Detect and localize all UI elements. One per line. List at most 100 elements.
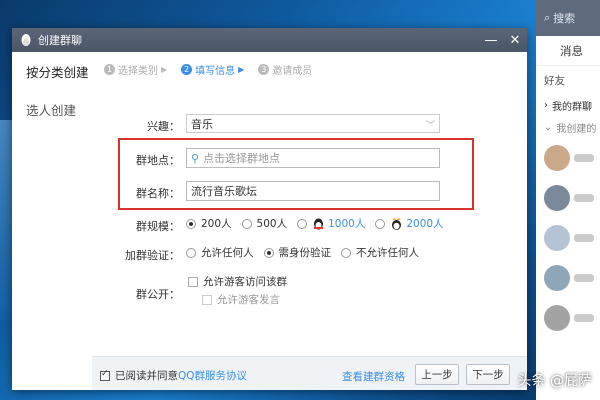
radio	[186, 247, 196, 258]
checkbox	[202, 294, 212, 305]
option-label: 允许任何人	[201, 247, 254, 259]
guest-read-option[interactable]: 允许游客访问该群	[188, 274, 287, 289]
sidebar-item-by-category[interactable]: 按分类创建	[12, 52, 92, 90]
step-label: 填写信息	[195, 65, 236, 77]
location-placeholder: 点击选择群地点	[203, 152, 281, 165]
list-item[interactable]	[536, 178, 600, 218]
group-name-input[interactable]: 流行音乐歌坛	[186, 181, 440, 201]
sidebar-item-label: 选人创建	[26, 102, 77, 118]
group-my-chats[interactable]: › 我的群聊	[536, 94, 600, 116]
radio	[297, 218, 308, 229]
verify-option-identity[interactable]: 需身份验证	[263, 245, 332, 260]
group-label: 我创建的	[556, 123, 597, 135]
step-choose-category: 1 选择类别 ▶	[104, 62, 167, 77]
group-name-label: 群名称：	[136, 187, 180, 200]
qq-search[interactable]: ⌕ 搜索	[544, 10, 575, 26]
previous-button[interactable]: 上一步	[415, 364, 459, 385]
agreement-text: 已阅读并同意	[115, 370, 178, 382]
avatar	[544, 265, 570, 291]
watermark: 头条 @屁萨	[517, 373, 592, 389]
avatar	[544, 305, 570, 331]
group-label: 我的群聊	[552, 101, 592, 113]
contact-name	[574, 274, 594, 282]
verify-option-nobody[interactable]: 不允许任何人	[341, 245, 419, 260]
step-label: 选择类别	[118, 65, 158, 77]
radio	[375, 218, 386, 229]
step-fill-info: 2 填写信息 ▶	[181, 62, 244, 77]
svip-penguin-icon	[392, 218, 402, 230]
qq-header: ⌕ 搜索	[536, 0, 600, 36]
step-invite-members: 3 邀请成员	[258, 62, 312, 77]
sidebar-item-by-people[interactable]: 选人创建	[12, 90, 92, 128]
size-label: 群规模：	[136, 220, 180, 233]
checkbox	[188, 276, 198, 287]
qq-penguin-icon	[21, 34, 31, 46]
next-button[interactable]: 下一步	[466, 364, 510, 385]
option-label: 1000人	[328, 218, 366, 230]
avatar	[544, 145, 570, 171]
avatar	[544, 185, 570, 211]
location-label: 群地点：	[136, 154, 180, 167]
option-label: 不允许任何人	[356, 247, 419, 259]
contact-name	[574, 314, 594, 322]
step-arrow-icon: ▶	[161, 64, 168, 74]
qq-main-panel: ⌕ 搜索 消息 好友 › 我的群聊 ⌄ 我创建的	[536, 0, 600, 400]
title-bar: 创建群聊 — ✕	[12, 28, 527, 52]
window-title: 创建群聊	[38, 34, 82, 47]
minimize-button[interactable]: —	[479, 28, 503, 52]
step-number: 3	[258, 63, 270, 75]
size-option-500[interactable]: 500人	[241, 216, 288, 231]
option-label: 200人	[201, 218, 232, 230]
size-option-1000[interactable]: 1000人	[297, 216, 365, 231]
radio	[341, 247, 351, 258]
checkbox-label: 允许游客访问该群	[203, 276, 287, 288]
list-item[interactable]	[536, 258, 600, 298]
tab-friends[interactable]: 好友	[536, 66, 600, 94]
agreement-checkbox[interactable]	[100, 369, 110, 381]
step-label: 邀请成员	[272, 65, 313, 77]
step-number: 1	[104, 63, 115, 75]
verify-option-anyone[interactable]: 允许任何人	[186, 245, 254, 260]
tab-label: 消息	[560, 43, 583, 58]
chevron-right-icon: ›	[544, 99, 548, 111]
contact-name	[574, 234, 594, 242]
option-label: 需身份验证	[278, 247, 332, 259]
group-name-value: 流行音乐歌坛	[191, 185, 257, 198]
option-label: 2000人	[406, 218, 444, 230]
step-number: 2	[181, 63, 193, 75]
vip-penguin-icon	[314, 218, 324, 230]
avatar	[544, 225, 570, 251]
public-label: 群公开：	[136, 288, 180, 301]
size-option-2000[interactable]: 2000人	[375, 216, 444, 231]
interest-value: 音乐	[191, 117, 213, 131]
sidebar: 按分类创建 选人创建	[12, 52, 92, 390]
list-item[interactable]	[536, 298, 600, 338]
service-agreement-link[interactable]: QQ群服务协议	[178, 368, 247, 383]
search-icon: ⌕	[544, 11, 551, 24]
dialog-footer: 已阅读并同意 QQ群服务协议 查看建群资格 上一步 下一步	[92, 356, 527, 390]
chevron-down-icon: ⌄	[544, 121, 553, 133]
option-label: 500人	[256, 218, 288, 230]
view-qualification-link[interactable]: 查看建群资格	[342, 369, 405, 384]
location-field[interactable]: ⚲ 点击选择群地点	[186, 148, 440, 168]
interest-label: 兴趣：	[147, 120, 180, 133]
verify-label: 加群验证：	[125, 249, 180, 262]
main-panel: 1 选择类别 ▶ 2 填写信息 ▶ 3 邀请成员 兴趣： 音乐 ﹀ 群地点： ⚲…	[92, 52, 527, 390]
step-arrow-icon: ▶	[238, 64, 245, 74]
contact-name	[574, 194, 594, 202]
close-button[interactable]: ✕	[503, 28, 527, 52]
list-item[interactable]	[536, 138, 600, 178]
radio-selected	[186, 218, 196, 229]
contact-name	[574, 154, 594, 162]
interest-select[interactable]: 音乐 ﹀	[186, 114, 440, 133]
radio	[241, 218, 252, 229]
list-item[interactable]	[536, 218, 600, 258]
group-created[interactable]: ⌄ 我创建的	[536, 116, 600, 138]
size-option-200[interactable]: 200人	[186, 216, 232, 231]
step-indicator: 1 选择类别 ▶ 2 填写信息 ▶ 3 邀请成员	[92, 52, 527, 86]
sidebar-item-label: 按分类创建	[26, 64, 89, 80]
tab-messages[interactable]: 消息	[536, 36, 600, 66]
guest-post-option[interactable]: 允许游客发言	[202, 292, 280, 307]
size-options: 200人 500人 1000人 2000人	[186, 216, 454, 231]
radio-selected	[263, 247, 274, 258]
